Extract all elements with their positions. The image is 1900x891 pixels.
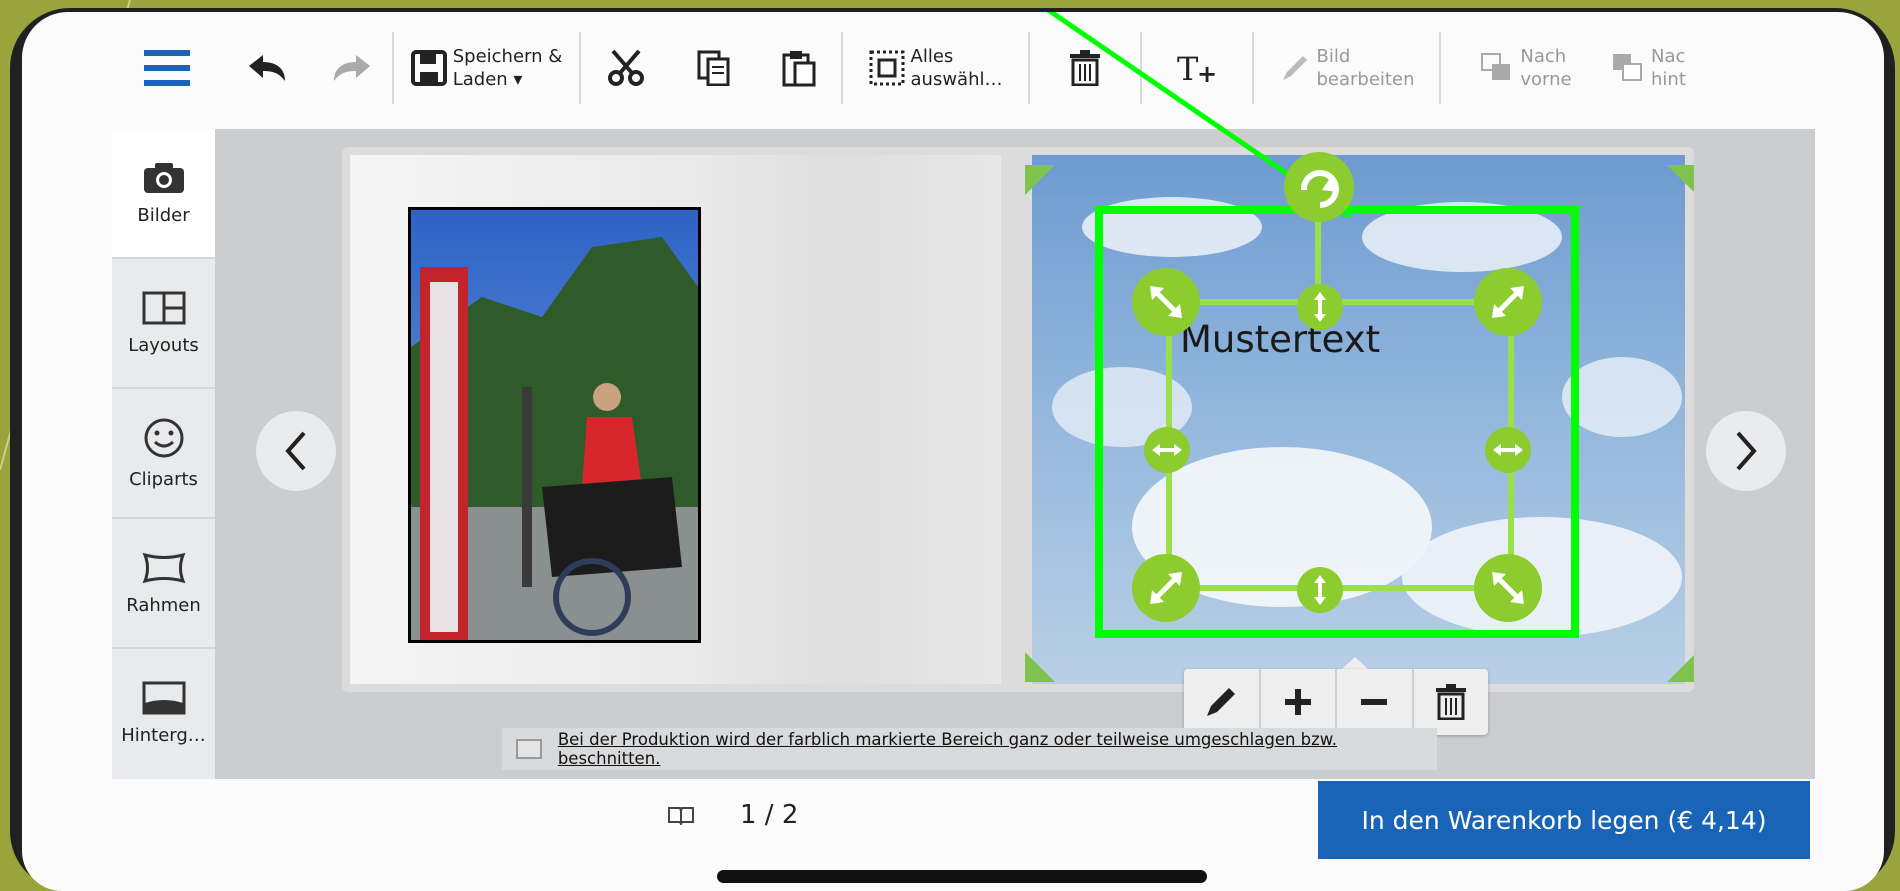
production-notice: Bei der Produktion wird der farblich mar…: [502, 728, 1437, 770]
page-number: 1 / 2: [740, 800, 799, 830]
text-box-content[interactable]: Mustertext: [1180, 318, 1380, 361]
diagonal-arrow-icon: [1150, 286, 1182, 318]
resize-handle-left[interactable]: [1144, 427, 1190, 473]
pencil-icon: [1207, 688, 1236, 716]
diagonal-arrow-icon: [1150, 572, 1182, 604]
increase-size-button[interactable]: [1261, 669, 1337, 735]
vertical-arrow-icon: [1314, 292, 1326, 322]
plus-icon: [1284, 689, 1311, 715]
resize-handle-bottom-right[interactable]: [1474, 554, 1542, 622]
add-to-cart-button[interactable]: In den Warenkorb legen (€ 4,14): [1318, 781, 1810, 859]
decrease-size-button[interactable]: [1337, 669, 1414, 735]
trash-icon: [1435, 684, 1466, 720]
rotate-icon: [1300, 170, 1339, 208]
notice-text[interactable]: Bei der Produktion wird der farblich mar…: [558, 730, 1437, 768]
resize-handle-top-left[interactable]: [1132, 268, 1200, 336]
rotate-handle[interactable]: [1284, 152, 1354, 222]
horizontal-arrow-icon: [1493, 444, 1523, 456]
diagonal-arrow-icon: [1492, 572, 1524, 604]
delete-text-button[interactable]: [1414, 669, 1489, 735]
book-icon: [668, 807, 694, 825]
horizontal-arrow-icon: [1152, 444, 1182, 456]
minus-icon: [1361, 699, 1388, 705]
page-indicator: 1 / 2: [667, 800, 798, 830]
vertical-arrow-icon: [1314, 575, 1326, 605]
resize-handle-top-right[interactable]: [1474, 268, 1542, 336]
resize-handle-top[interactable]: [1297, 284, 1343, 330]
notice-checkbox[interactable]: [516, 739, 542, 759]
home-indicator: [717, 870, 1207, 883]
text-context-toolbar: [1184, 669, 1488, 735]
edit-text-button[interactable]: [1184, 669, 1261, 735]
resize-handle-bottom-left[interactable]: [1132, 554, 1200, 622]
diagonal-arrow-icon: [1492, 286, 1524, 318]
resize-handle-right[interactable]: [1485, 427, 1531, 473]
app-screen: Speichern & Laden ▾ Alles auswähl… T + B…: [22, 12, 1884, 891]
resize-handle-bottom[interactable]: [1297, 567, 1343, 613]
